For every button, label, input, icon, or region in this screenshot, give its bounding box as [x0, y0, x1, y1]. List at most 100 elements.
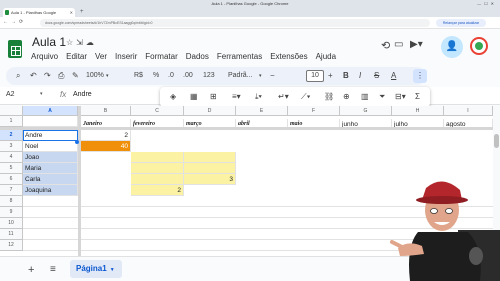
name-box-chevron-icon[interactable]: ▾ [40, 91, 43, 97]
currency-button[interactable]: R$ [134, 67, 143, 85]
cell-c5[interactable] [131, 163, 184, 174]
star-icon[interactable]: ☆ [66, 38, 76, 47]
text-rotation-icon[interactable]: ⟋▾ [301, 87, 311, 107]
row-header-12[interactable]: 12 [0, 240, 23, 251]
italic-button[interactable]: I [359, 67, 361, 85]
decrease-decimal-button[interactable]: .0 [168, 67, 174, 85]
zoom-chevron-icon[interactable]: ▾ [106, 67, 109, 85]
undo-icon[interactable]: ↶ [30, 67, 37, 85]
filter-icon[interactable]: ⏷ [379, 87, 385, 107]
functions-icon[interactable]: Σ [415, 87, 420, 107]
font-size-minus-icon[interactable]: − [270, 67, 275, 85]
cell-a5[interactable]: Maria [23, 163, 78, 174]
row-header-7[interactable]: 7 [0, 185, 23, 196]
name-box[interactable]: A2 [6, 91, 15, 98]
increase-decimal-button[interactable]: .00 [183, 67, 193, 85]
row-header-3[interactable]: 3 [0, 141, 23, 152]
formula-input[interactable]: Andre [73, 91, 92, 98]
insert-link-icon[interactable]: ⛓ [324, 87, 334, 107]
number-format-button[interactable]: 123 [203, 67, 215, 85]
column-header-h[interactable]: H [392, 106, 444, 116]
window-controls[interactable]: —☐✕ [477, 1, 497, 6]
strikethrough-button[interactable]: S [374, 67, 379, 85]
cell-a3[interactable]: Noel [23, 141, 78, 152]
font-size-input[interactable]: 10 [306, 70, 324, 82]
browser-tab[interactable]: Aula 1 - Planilhas Google ✕ [3, 8, 75, 17]
cell-a2[interactable]: Andre [23, 130, 78, 141]
insert-chart-icon[interactable]: ▥ [361, 87, 369, 107]
percent-button[interactable]: % [153, 67, 159, 85]
comments-icon[interactable]: ▭ [394, 39, 403, 50]
filter-views-icon[interactable]: ⊟▾ [395, 87, 406, 107]
paint-format-icon[interactable]: ✎ [72, 67, 79, 85]
cell-a1[interactable] [23, 116, 78, 127]
cell-d4[interactable] [184, 152, 236, 163]
print-icon[interactable]: ⎙ [58, 67, 64, 85]
close-tab-icon[interactable]: ✕ [70, 8, 73, 17]
column-header-a[interactable]: A [23, 106, 78, 116]
row-header-4[interactable]: 4 [0, 152, 23, 163]
column-header-f[interactable]: F [288, 106, 340, 116]
meet-icon[interactable]: ▶▾ [410, 39, 423, 50]
menu-editar[interactable]: Editar [66, 52, 87, 61]
font-chevron-icon[interactable]: ▾ [259, 67, 262, 85]
share-button[interactable]: 👤 [441, 36, 463, 58]
cell-c6[interactable] [131, 174, 184, 185]
sheet-tab[interactable]: Página1 ▼ [70, 260, 122, 278]
column-header-g[interactable]: G [340, 106, 392, 116]
menu-ferramentas[interactable]: Ferramentas [217, 52, 262, 61]
bold-button[interactable]: B [343, 67, 349, 85]
merge-cells-icon[interactable]: ⊞ [210, 87, 217, 107]
search-menus-icon[interactable]: ⌕ [16, 67, 20, 85]
cell-b2[interactable]: 2 [81, 130, 131, 141]
column-header-c[interactable]: C [131, 106, 184, 116]
sheets-logo-icon[interactable] [8, 40, 22, 58]
cloud-icon[interactable]: ☁ [86, 38, 97, 47]
frozen-row-divider[interactable] [0, 127, 500, 130]
cell-d5[interactable] [184, 163, 236, 174]
text-color-button[interactable]: A [391, 67, 396, 85]
menu-formatar[interactable]: Formatar [145, 52, 177, 61]
row-header-2[interactable]: 2 [0, 130, 23, 141]
column-header-i[interactable]: I [444, 106, 493, 116]
cell-a6[interactable]: Carla [23, 174, 78, 185]
all-sheets-icon[interactable]: ≡ [50, 264, 56, 275]
row-header-8[interactable]: 8 [0, 196, 23, 207]
zoom-select[interactable]: 100% [86, 67, 104, 85]
doc-title[interactable]: Aula 1 [32, 35, 66, 49]
relaunch-button[interactable]: Relançar para atualizar [436, 19, 486, 27]
menu-arquivo[interactable]: Arquivo [31, 52, 58, 61]
borders-icon[interactable]: ▦ [190, 87, 198, 107]
scrollbar-thumb[interactable] [494, 134, 499, 148]
move-icon[interactable]: ⇲ [76, 38, 86, 47]
font-size-plus-icon[interactable]: + [328, 67, 333, 85]
add-sheet-icon[interactable]: + [28, 264, 34, 276]
column-header-e[interactable]: E [236, 106, 288, 116]
horizontal-align-icon[interactable]: ≡▾ [232, 87, 241, 107]
row-header-9[interactable]: 9 [0, 207, 23, 218]
cell-c7[interactable]: 2 [131, 185, 184, 196]
font-select[interactable]: Padrã... [228, 67, 253, 85]
menu-inserir[interactable]: Inserir [115, 52, 137, 61]
column-header-b[interactable]: B [81, 106, 131, 116]
row-header-5[interactable]: 5 [0, 163, 23, 174]
cell-a7[interactable]: Joaquina [23, 185, 78, 196]
row-header-1[interactable]: 1 [0, 116, 23, 127]
menu-ver[interactable]: Ver [95, 52, 107, 61]
text-wrap-icon[interactable]: ↵▾ [278, 87, 289, 107]
url-field[interactable]: docs.google.com/spreadsheets/d/1hV7ZmPBc… [40, 19, 430, 27]
cell-c4[interactable] [131, 152, 184, 163]
new-tab-icon[interactable]: + [80, 8, 84, 16]
cell-b3[interactable]: 40 [81, 141, 131, 152]
menu-extensoes[interactable]: Extensões [270, 52, 307, 61]
row-header-10[interactable]: 10 [0, 218, 23, 229]
column-header-d[interactable]: D [184, 106, 236, 116]
menu-dados[interactable]: Dados [186, 52, 209, 61]
row-header-11[interactable]: 11 [0, 229, 23, 240]
cell-d6[interactable]: 3 [184, 174, 236, 185]
fill-handle[interactable] [75, 140, 79, 144]
row-header-6[interactable]: 6 [0, 174, 23, 185]
fill-color-icon[interactable]: ◈ [170, 87, 176, 107]
nav-buttons[interactable]: ←→⟳ [3, 19, 26, 25]
redo-icon[interactable]: ↷ [44, 67, 51, 85]
